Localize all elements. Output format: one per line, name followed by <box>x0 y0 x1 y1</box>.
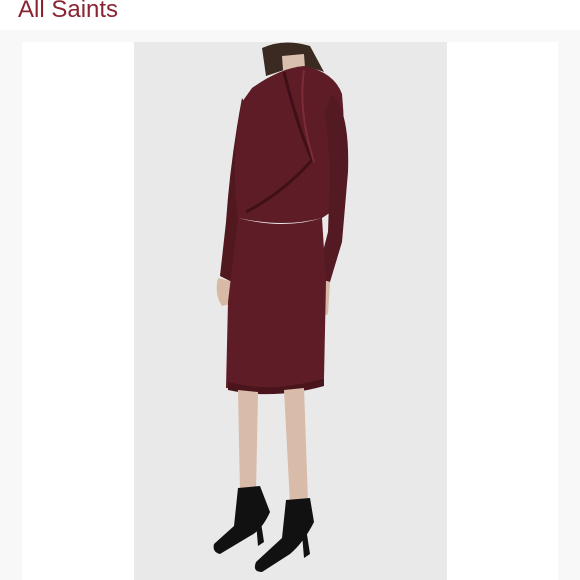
listing-page: All Saints <box>0 0 580 580</box>
brand-name[interactable]: All Saints <box>18 0 118 25</box>
brand-header: All Saints <box>0 0 580 30</box>
dress-skirt <box>226 218 326 389</box>
left-leg <box>238 390 258 492</box>
dress-illustration <box>213 42 349 572</box>
left-boot <box>213 486 270 554</box>
product-photo[interactable] <box>134 42 447 580</box>
right-boot-heel <box>302 528 310 558</box>
right-leg <box>284 388 308 504</box>
